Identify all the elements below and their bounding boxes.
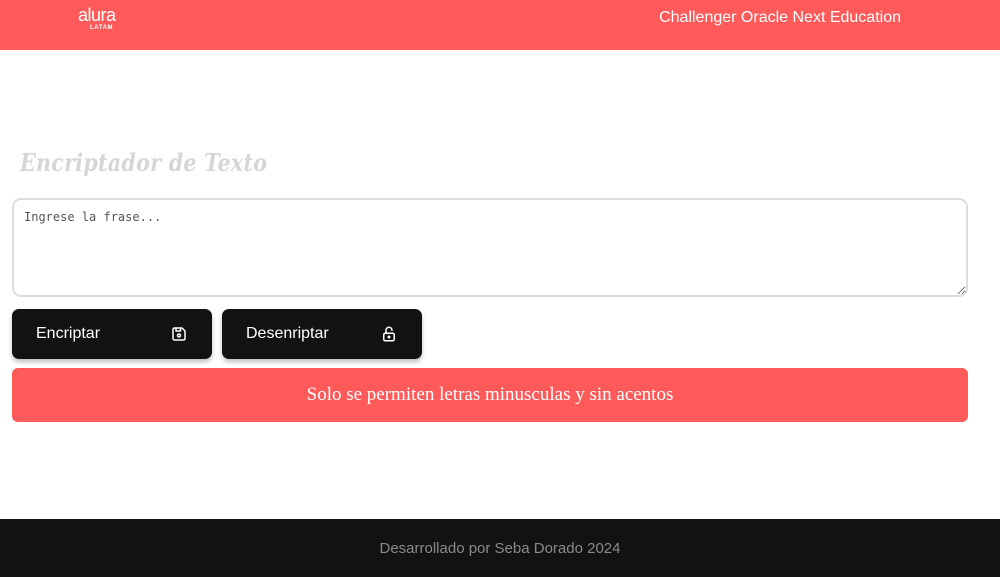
- validation-alert-text: Solo se permiten letras minusculas y sin…: [306, 384, 674, 405]
- footer: Desarrollado por Seba Dorado 2024: [0, 519, 1000, 577]
- logo-sub-text: LATAM: [90, 25, 114, 31]
- validation-alert: Solo se permiten letras minusculas y sin…: [12, 368, 968, 422]
- page-title: Encriptador de Texto: [20, 148, 268, 177]
- alura-logo[interactable]: alura LATAM: [78, 6, 122, 36]
- logo-main-text: alura: [78, 5, 116, 25]
- footer-text: Desarrollado por Seba Dorado 2024: [379, 539, 621, 557]
- decrypt-button-label: Desenriptar: [246, 325, 329, 342]
- encrypt-button-label: Encriptar: [36, 325, 101, 342]
- encrypt-button[interactable]: Encriptar: [12, 309, 212, 359]
- phrase-input[interactable]: [12, 198, 968, 297]
- save-icon: [172, 327, 186, 341]
- unlock-icon: [383, 326, 395, 342]
- decrypt-button[interactable]: Desenriptar: [222, 309, 422, 359]
- header: alura LATAM Challenger Oracle Next Educa…: [0, 0, 1000, 50]
- header-title: Challenger Oracle Next Education: [659, 9, 901, 26]
